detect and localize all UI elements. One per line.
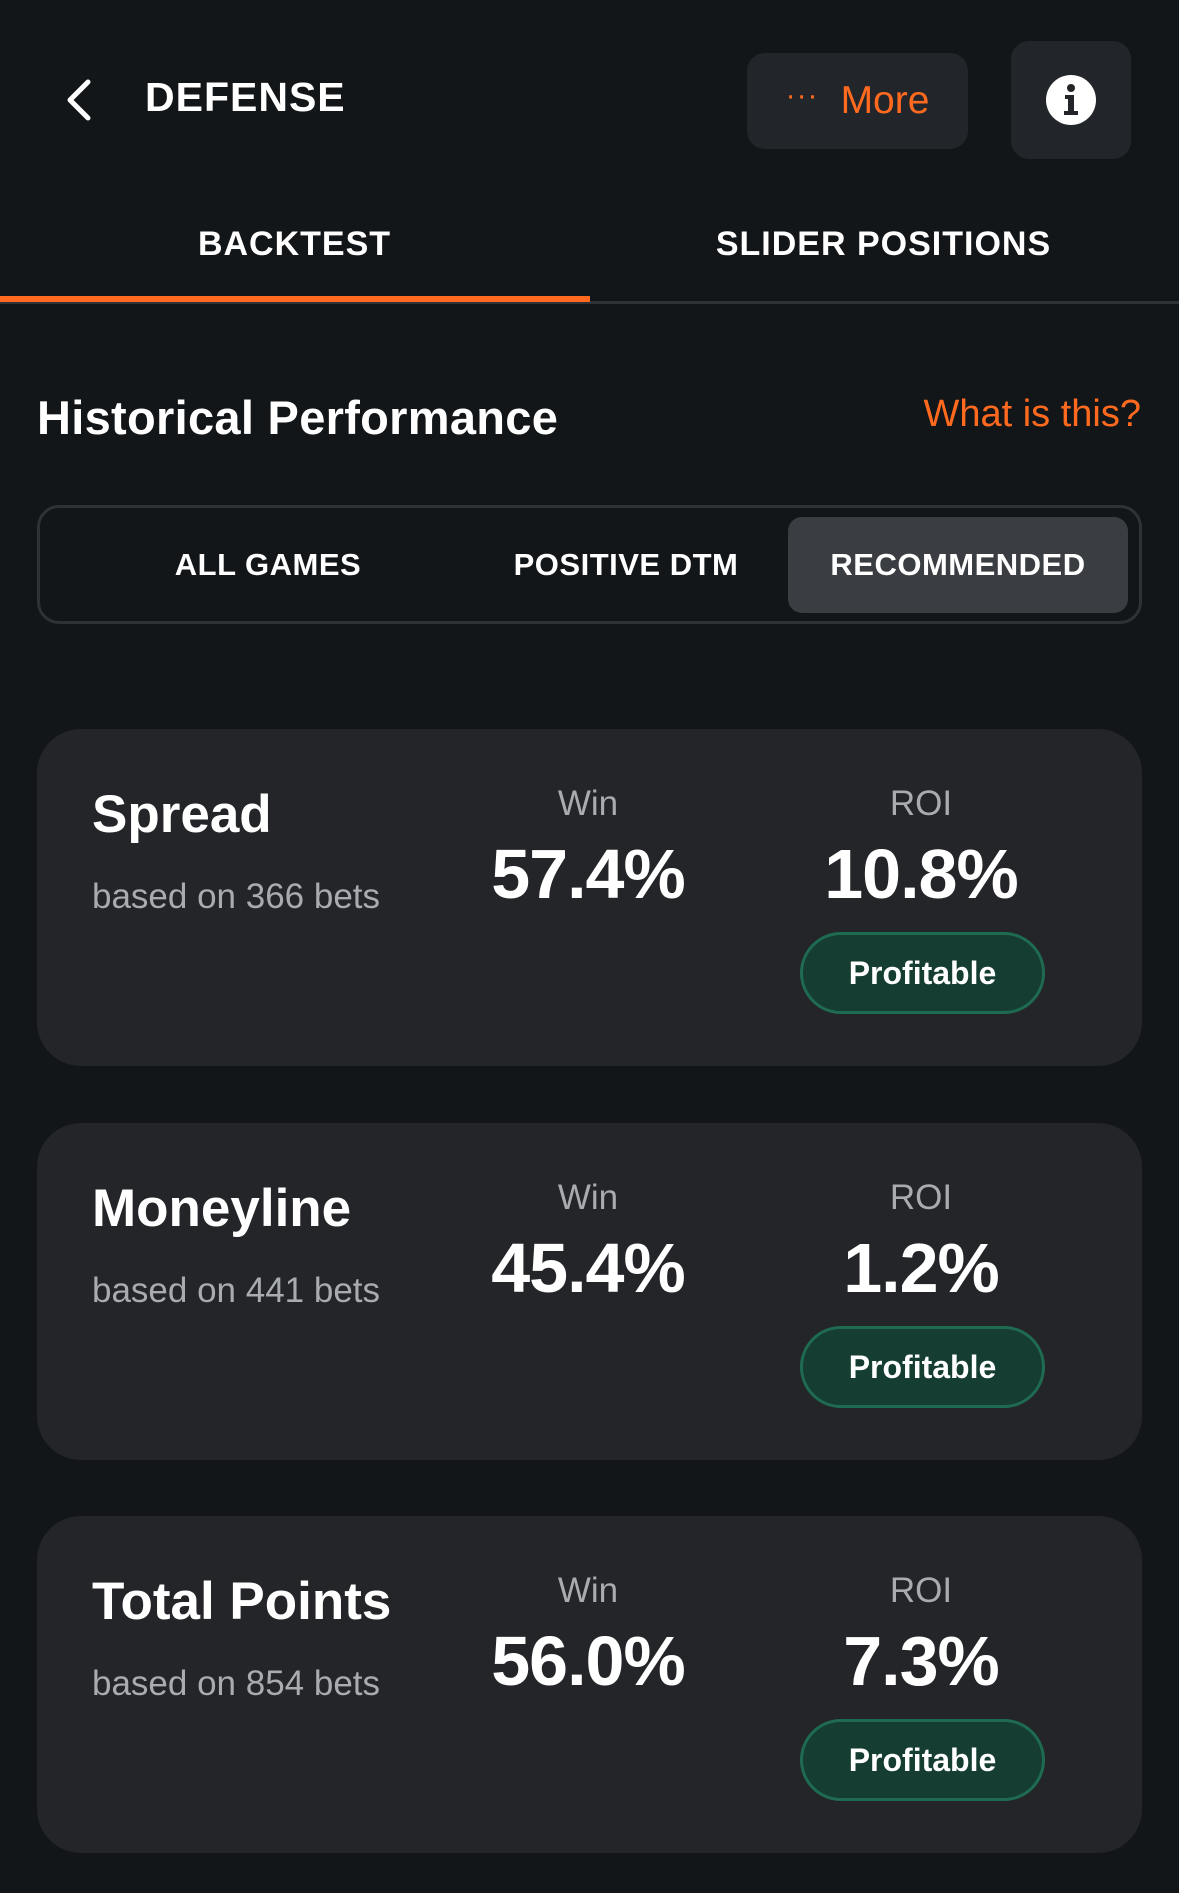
tab-bar: BACKTEST SLIDER POSITIONS [0,196,1179,304]
roi-label: ROI [889,784,953,823]
card-title: Moneyline [92,1179,352,1238]
profitable-badge: Profitable [800,1719,1045,1801]
more-button[interactable]: ··· More [747,53,968,149]
info-icon [1046,75,1096,125]
stat-card-moneyline: Moneyline based on 441 bets Win 45.4% RO… [37,1123,1142,1460]
win-label: Win [557,1178,619,1217]
roi-value: 1.2% [843,1229,1000,1307]
profitable-badge: Profitable [800,1326,1045,1408]
section-title: Historical Performance [37,391,559,444]
stat-card-total-points: Total Points based on 854 bets Win 56.0%… [37,1516,1142,1853]
more-dots-icon: ··· [785,79,819,112]
card-title: Spread [92,785,272,844]
filter-positive-dtm[interactable]: POSITIVE DTM [456,517,796,613]
roi-value: 7.3% [843,1622,1000,1700]
card-bet-count: based on 854 bets [92,1664,381,1703]
tab-slider-positions[interactable]: SLIDER POSITIONS [589,196,1178,304]
what-is-this-link[interactable]: What is this? [923,393,1141,436]
roi-label: ROI [889,1178,953,1217]
filter-segmented-control: ALL GAMES POSITIVE DTM RECOMMENDED [37,505,1142,624]
card-title: Total Points [92,1572,392,1631]
info-button[interactable] [1011,41,1131,159]
filter-recommended[interactable]: RECOMMENDED [788,517,1128,613]
stat-card-spread: Spread based on 366 bets Win 57.4% ROI 1… [37,729,1142,1066]
filter-all-games[interactable]: ALL GAMES [98,517,438,613]
win-label: Win [557,784,619,823]
win-value: 57.4% [491,835,685,913]
active-tab-indicator [0,296,590,302]
roi-value: 10.8% [824,835,1018,913]
page: DEFENSE ··· More BACKTEST SLIDER POSITIO… [0,0,1179,1893]
win-label: Win [557,1571,619,1610]
page-title: DEFENSE [145,74,346,120]
more-label: More [840,79,930,122]
roi-label: ROI [889,1571,953,1610]
profitable-badge: Profitable [800,932,1045,1014]
win-value: 56.0% [491,1622,685,1700]
tab-backtest[interactable]: BACKTEST [0,196,589,304]
chevron-left-icon [67,79,91,121]
win-value: 45.4% [491,1229,685,1307]
back-button[interactable] [52,70,106,130]
card-bet-count: based on 441 bets [92,1271,381,1310]
card-bet-count: based on 366 bets [92,877,381,916]
